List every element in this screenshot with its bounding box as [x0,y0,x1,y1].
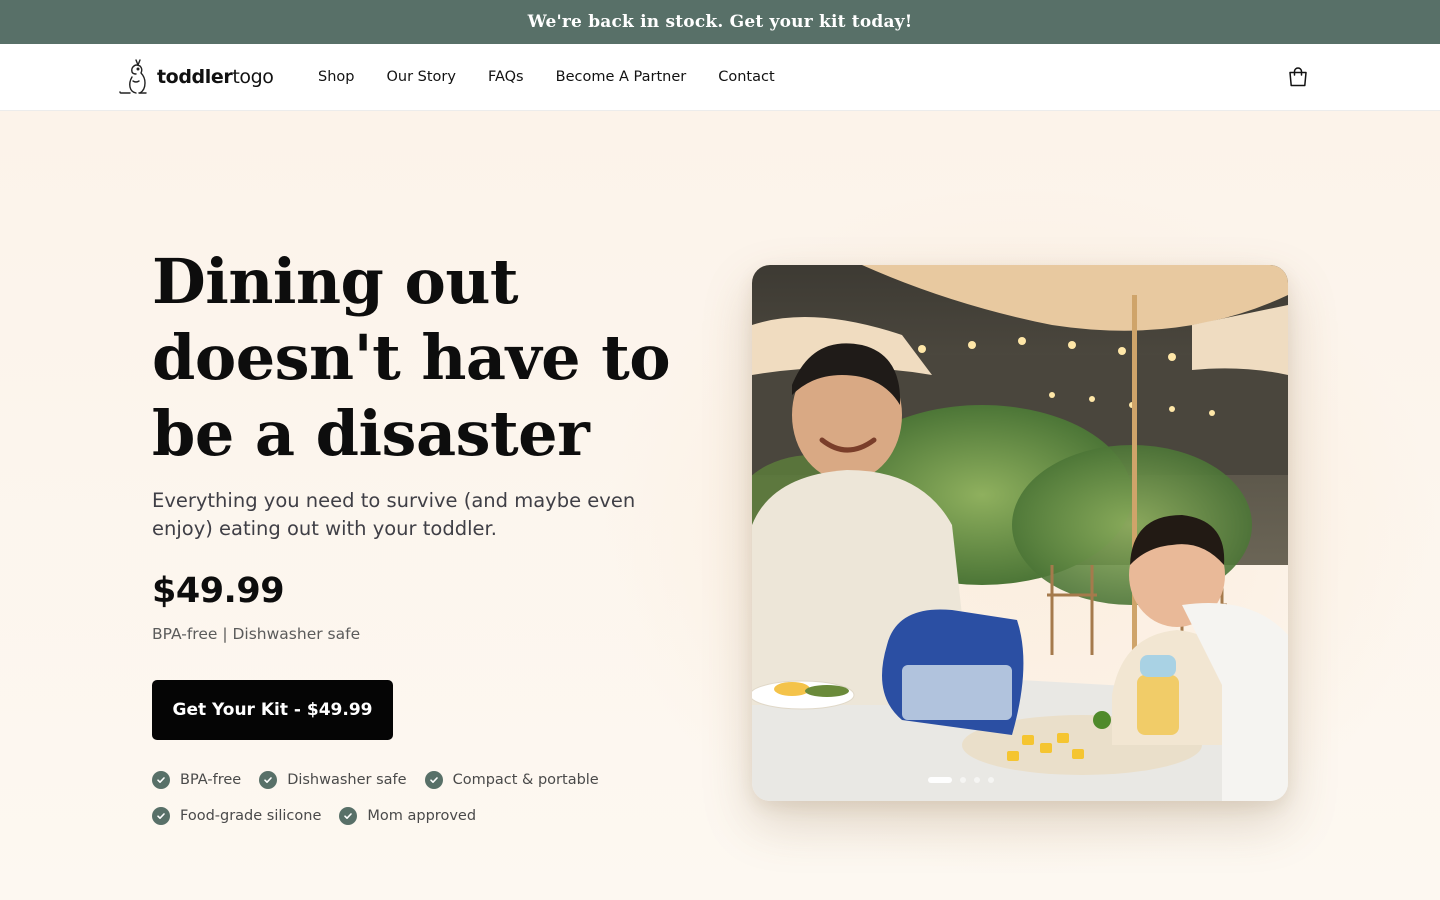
feature-item: Compact & portable [424,771,599,789]
feature-item: Dishwasher safe [259,771,407,789]
carousel-dot[interactable] [988,777,994,783]
check-circle-icon [152,807,170,825]
feature-label: Mom approved [367,808,477,824]
feature-label: Dishwasher safe [287,772,407,788]
feature-label: Food-grade silicone [180,808,322,824]
feature-list: BPA-free Dishwasher safe Compact & porta… [152,771,712,825]
announcement-text: We're back in stock. Get your kit today! [527,12,913,32]
feature-item: Food-grade silicone [152,807,321,825]
site-header: toddlertogo Shop Our Story FAQs Become A… [0,44,1440,111]
check-circle-icon [259,771,278,789]
hero-subheadline: Everything you need to survive (and mayb… [152,489,636,540]
check-circle-icon [424,771,443,789]
nav-link-shop[interactable]: Shop [318,69,354,85]
brand-wordmark: toddlertogo [157,66,274,88]
nav-link-contact[interactable]: Contact [718,69,774,85]
feature-label: Compact & portable [452,772,599,788]
shopping-bag-icon [1289,67,1307,87]
feature-item: BPA-free [152,771,241,789]
kangaroo-icon [119,59,147,94]
dining-photo-illustration [752,265,1288,801]
get-your-kit-button[interactable]: Get Your Kit - $49.99 [152,680,393,740]
carousel-dot[interactable] [974,777,980,783]
nav-link-faqs[interactable]: FAQs [488,69,524,85]
feature-label: BPA-free [180,772,242,788]
carousel-dot[interactable] [960,777,966,783]
price-note: BPA-free | Dishwasher safe [152,625,361,643]
product-price: $49.99 [152,571,285,611]
nav-link-become-a-partner[interactable]: Become A Partner [556,69,687,85]
check-circle-icon [152,771,170,789]
check-circle-icon [339,807,358,825]
hero-image[interactable] [752,265,1288,801]
cart-button[interactable] [1284,63,1312,91]
feature-item: Mom approved [339,807,476,825]
carousel-dot[interactable] [928,777,952,783]
carousel-indicators [928,777,994,783]
nav-link-our-story[interactable]: Our Story [386,69,455,85]
hero-section: Dining out doesn't have to be a disaster… [0,111,1440,900]
main-nav: Shop Our Story FAQs Become A Partner Con… [318,44,807,110]
hero-headline: Dining out doesn't have to be a disaster [152,245,671,470]
announcement-bar: We're back in stock. Get your kit today! [0,0,1440,44]
brand-logo[interactable]: toddlertogo [119,54,274,100]
